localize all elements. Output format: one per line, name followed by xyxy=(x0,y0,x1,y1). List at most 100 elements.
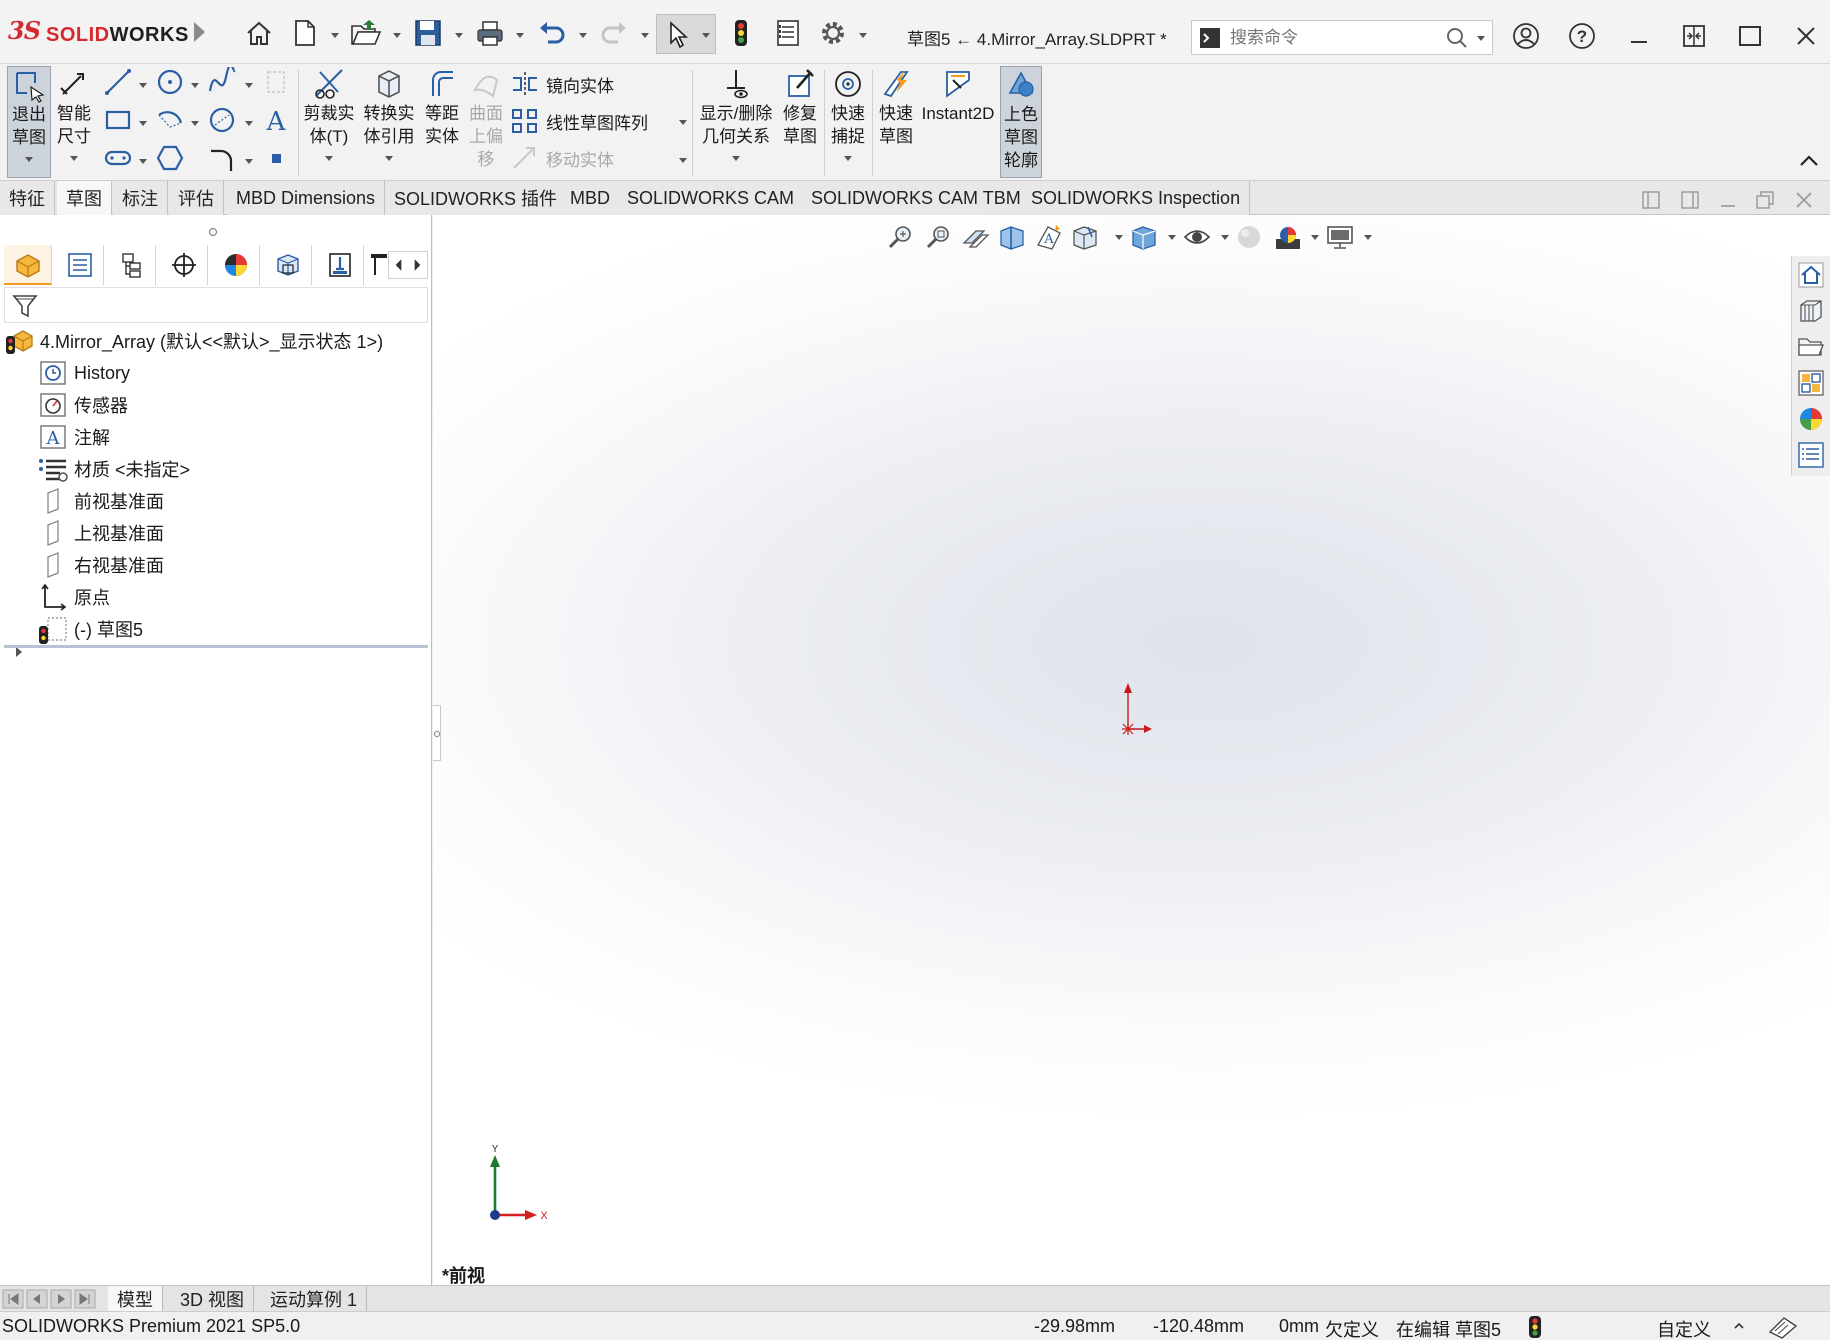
close-icon[interactable] xyxy=(1786,16,1826,56)
scroll-last-icon[interactable] xyxy=(74,1289,96,1309)
command-search[interactable] xyxy=(1191,20,1493,55)
tab-model[interactable]: 模型 xyxy=(108,1286,163,1312)
zoom-to-area-icon[interactable] xyxy=(919,219,957,255)
zoom-to-fit-icon[interactable] xyxy=(881,219,919,255)
save-icon[interactable] xyxy=(409,14,447,52)
rebuild-icon[interactable] xyxy=(722,14,760,52)
viewport-restore-icon[interactable] xyxy=(1754,189,1776,211)
new-file-dropdown-icon[interactable] xyxy=(331,33,339,38)
menu-expand-arrow-icon[interactable] xyxy=(194,22,205,42)
section-view-icon[interactable] xyxy=(993,219,1031,255)
hide-show-dropdown-icon[interactable] xyxy=(1221,235,1229,240)
view-settings-icon[interactable] xyxy=(1321,219,1359,255)
user-icon[interactable] xyxy=(1506,16,1546,56)
property-manager-tab[interactable] xyxy=(56,245,104,285)
display-style-icon[interactable] xyxy=(1125,219,1163,255)
circle-icon[interactable] xyxy=(152,66,188,98)
tab-motion-study-1[interactable]: 运动算例 1 xyxy=(261,1286,368,1312)
fillet-icon[interactable] xyxy=(204,142,240,174)
tab-solidworks-cam-tbm[interactable]: SOLIDWORKS CAM TBM xyxy=(802,181,1031,215)
pattern-dropdown-icon[interactable] xyxy=(679,120,687,125)
tree-filter[interactable] xyxy=(4,287,428,323)
save-dropdown-icon[interactable] xyxy=(455,33,463,38)
display-relations-button[interactable]: 显示/删除 几何关系 xyxy=(696,66,776,178)
panel-splitter-handle[interactable] xyxy=(433,705,441,761)
instant2d-button[interactable]: Instant2D xyxy=(920,66,996,178)
slot-dropdown-icon[interactable] xyxy=(139,159,147,164)
home-icon[interactable] xyxy=(240,14,278,52)
trim-dropdown-icon[interactable] xyxy=(325,156,333,161)
text-icon[interactable]: A xyxy=(258,104,294,136)
solidworks-resources-icon[interactable] xyxy=(1794,258,1828,292)
tree-item-material[interactable]: 材质 <未指定> xyxy=(38,453,190,485)
unit-menu-icon[interactable] xyxy=(1733,1320,1745,1332)
view-palette-icon[interactable] xyxy=(1794,366,1828,400)
scroll-next-icon[interactable] xyxy=(50,1289,72,1309)
tree-item-sketch5[interactable]: (-) 草图5 xyxy=(38,613,143,645)
custom-properties-icon[interactable] xyxy=(1794,438,1828,472)
relations-dropdown-icon[interactable] xyxy=(732,156,740,161)
undo-dropdown-icon[interactable] xyxy=(579,33,587,38)
scroll-prev-icon[interactable] xyxy=(26,1289,48,1309)
tab-solidworks-cam[interactable]: SOLIDWORKS CAM xyxy=(618,181,805,215)
scroll-right-icon[interactable] xyxy=(408,252,427,278)
cam-feature-tree-tab[interactable] xyxy=(264,245,312,285)
scroll-left-icon[interactable] xyxy=(389,252,408,278)
point-icon[interactable] xyxy=(258,142,294,174)
overflow-tab[interactable] xyxy=(368,245,388,285)
tab-solidworks-addins[interactable]: SOLIDWORKS 插件 xyxy=(385,181,568,215)
tile-left-icon[interactable] xyxy=(1640,189,1662,211)
linear-sketch-pattern-button[interactable]: 线性草图阵列 xyxy=(510,105,648,137)
graphics-area[interactable]: A Y X xyxy=(433,215,1830,1285)
mirror-entities-button[interactable]: 镜向实体 xyxy=(510,68,614,100)
rectangle-icon[interactable] xyxy=(100,104,136,136)
tree-item-front-plane[interactable]: 前视基准面 xyxy=(38,485,164,517)
tab-evaluate[interactable]: 评估 xyxy=(169,181,224,215)
rapid-sketch-button[interactable]: 快速 草图 xyxy=(874,66,918,178)
ellipse-dropdown-icon[interactable] xyxy=(245,121,253,126)
quick-tips-icon[interactable] xyxy=(1766,1314,1800,1340)
maximize-icon[interactable] xyxy=(1730,16,1770,56)
smart-dimension-dropdown-icon[interactable] xyxy=(70,156,78,161)
search-input[interactable] xyxy=(1230,25,1430,51)
tree-item-annotations[interactable]: A 注解 xyxy=(38,421,110,453)
tab-features[interactable]: 特征 xyxy=(0,181,55,215)
appearances-scenes-icon[interactable] xyxy=(1794,402,1828,436)
exit-sketch-dropdown-icon[interactable] xyxy=(25,157,33,162)
tree-item-origin[interactable]: 原点 xyxy=(38,581,110,613)
search-dropdown-icon[interactable] xyxy=(1477,36,1485,41)
apply-scene-dropdown-icon[interactable] xyxy=(1311,235,1319,240)
display-manager-tab[interactable] xyxy=(212,245,260,285)
print-dropdown-icon[interactable] xyxy=(516,33,524,38)
dimxpert-manager-tab[interactable] xyxy=(160,245,208,285)
tree-item-right-plane[interactable]: 右视基准面 xyxy=(38,549,164,581)
convert-dropdown-icon[interactable] xyxy=(385,156,393,161)
solidworks-logo[interactable]: SOLIDWORKS xyxy=(46,24,189,47)
spline-icon[interactable] xyxy=(204,66,240,98)
quick-snaps-button[interactable]: 快速 捕捉 xyxy=(826,66,870,178)
trim-entities-button[interactable]: 剪裁实 体(T) xyxy=(302,66,356,178)
select-dropdown-icon[interactable] xyxy=(702,33,710,38)
help-icon[interactable]: ? xyxy=(1562,16,1602,56)
previous-view-icon[interactable] xyxy=(956,219,994,255)
select-button[interactable] xyxy=(656,14,716,54)
line-icon[interactable] xyxy=(100,66,136,98)
smart-dimension-button[interactable]: 智能 尺寸 xyxy=(54,66,94,178)
spline-dropdown-icon[interactable] xyxy=(245,83,253,88)
tree-item-history[interactable]: History xyxy=(38,357,130,389)
restore-icon[interactable] xyxy=(1674,16,1714,56)
tab-sketch[interactable]: 草图 xyxy=(57,181,112,215)
circle-dropdown-icon[interactable] xyxy=(191,83,199,88)
snap-dropdown-icon[interactable] xyxy=(844,156,852,161)
scroll-first-icon[interactable] xyxy=(2,1289,24,1309)
minimize-icon[interactable] xyxy=(1619,16,1659,56)
unit-system[interactable]: 自定义 xyxy=(1657,1316,1711,1340)
shaded-sketch-contours-button[interactable]: 上色 草图 轮廓 xyxy=(1000,66,1042,178)
file-explorer-icon[interactable] xyxy=(1794,330,1828,364)
configuration-manager-tab[interactable] xyxy=(108,245,156,285)
arc-dropdown-icon[interactable] xyxy=(191,121,199,126)
line-dropdown-icon[interactable] xyxy=(139,83,147,88)
rollback-bar[interactable] xyxy=(4,645,428,648)
apply-scene-icon[interactable] xyxy=(1269,219,1307,255)
tile-right-icon[interactable] xyxy=(1679,189,1701,211)
